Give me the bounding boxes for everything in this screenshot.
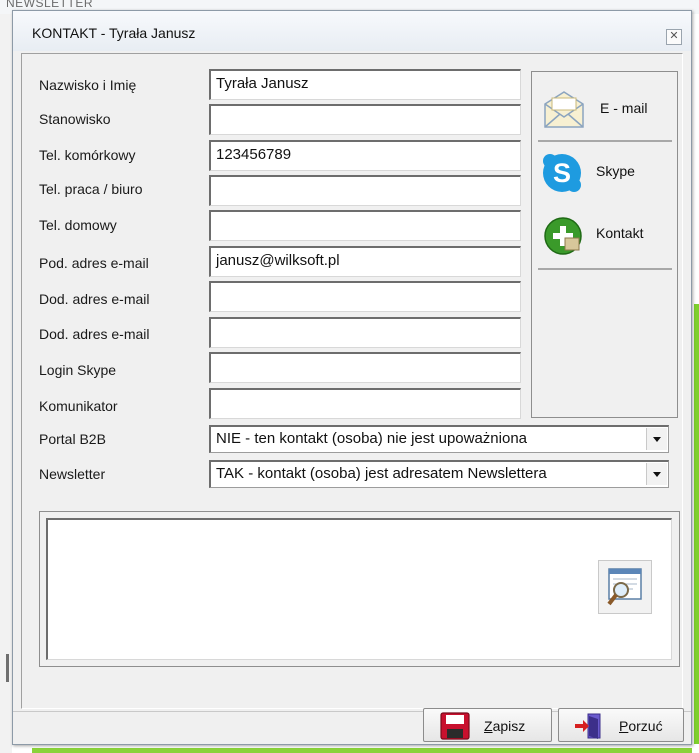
envelope-icon <box>544 91 584 128</box>
name-field[interactable]: Tyrała Janusz <box>209 69 521 100</box>
label-skype-login: Login Skype <box>39 362 117 378</box>
magnifier-icon <box>607 568 642 606</box>
extra-email-field-2[interactable] <box>209 317 521 348</box>
label-messenger: Komunikator <box>39 398 118 414</box>
portal-b2b-value: NIE - ten kontakt (osoba) nie jest upowa… <box>216 430 528 447</box>
background-left-strip <box>0 14 12 753</box>
dialog-title: KONTAKT - Tyrała Janusz <box>32 25 196 41</box>
newsletter-select[interactable]: TAK - kontakt (osoba) jest adresatem New… <box>209 460 669 488</box>
label-position: Stanowisko <box>39 111 111 127</box>
label-mobile-phone: Tel. komórkowy <box>39 147 136 163</box>
contact-button[interactable]: Kontakt <box>538 208 671 264</box>
position-field[interactable] <box>209 104 521 135</box>
contact-button-label: Kontakt <box>596 225 644 241</box>
label-extra-email-2: Dod. adres e-mail <box>39 326 150 342</box>
messenger-field[interactable] <box>209 388 521 419</box>
divider <box>538 268 672 270</box>
skype-login-field[interactable] <box>209 352 521 383</box>
work-phone-field[interactable] <box>209 175 521 206</box>
exit-door-icon <box>575 713 601 739</box>
background-green-edge-bottom <box>32 748 692 753</box>
cancel-label: Porzuć <box>619 718 663 734</box>
chevron-down-icon[interactable] <box>646 463 667 485</box>
close-button[interactable]: ✕ <box>666 29 682 45</box>
add-contact-icon <box>544 217 582 255</box>
save-label: Zapisz <box>484 718 526 734</box>
label-name: Nazwisko i Imię <box>39 77 137 93</box>
svg-text:S: S <box>553 158 571 188</box>
label-work-phone: Tel. praca / biuro <box>39 181 143 197</box>
cancel-button[interactable]: Porzuć <box>558 708 684 742</box>
skype-button[interactable]: S Skype <box>538 148 671 198</box>
email-button-label: E - mail <box>600 100 648 116</box>
title-bar: KONTAKT - Tyrała Janusz ✕ <box>13 11 691 51</box>
skype-button-label: Skype <box>596 163 635 179</box>
extra-email-field-1[interactable] <box>209 281 521 312</box>
notes-textarea[interactable] <box>46 518 672 660</box>
background-green-edge <box>694 304 699 744</box>
mobile-phone-field[interactable]: 123456789 <box>209 140 521 171</box>
preview-button[interactable] <box>598 560 652 614</box>
contact-dialog: KONTAKT - Tyrała Janusz ✕ Nazwisko i Imi… <box>12 10 692 745</box>
divider <box>538 140 672 142</box>
chevron-down-icon[interactable] <box>646 428 667 450</box>
primary-email-field[interactable]: janusz@wilksoft.pl <box>209 246 521 277</box>
background-bar <box>6 654 9 682</box>
email-button[interactable]: E - mail <box>538 80 671 136</box>
label-newsletter: Newsletter <box>39 466 106 482</box>
label-home-phone: Tel. domowy <box>39 217 117 233</box>
background-title: NEWSLETTER <box>6 0 94 10</box>
save-button[interactable]: Zapisz <box>423 708 552 742</box>
newsletter-value: TAK - kontakt (osoba) jest adresatem New… <box>216 465 547 482</box>
background-bottom-strip <box>12 744 699 753</box>
communication-panel: E - mail S Skype Kontakt <box>531 71 678 418</box>
label-primary-email: Pod. adres e-mail <box>39 255 149 271</box>
close-icon: ✕ <box>669 30 679 42</box>
label-extra-email-1: Dod. adres e-mail <box>39 291 150 307</box>
home-phone-field[interactable] <box>209 210 521 241</box>
portal-b2b-select[interactable]: NIE - ten kontakt (osoba) nie jest upowa… <box>209 425 669 453</box>
notes-group <box>39 511 680 667</box>
label-portal-b2b: Portal B2B <box>39 431 106 447</box>
skype-icon: S <box>543 154 581 192</box>
floppy-disk-icon <box>440 712 470 740</box>
